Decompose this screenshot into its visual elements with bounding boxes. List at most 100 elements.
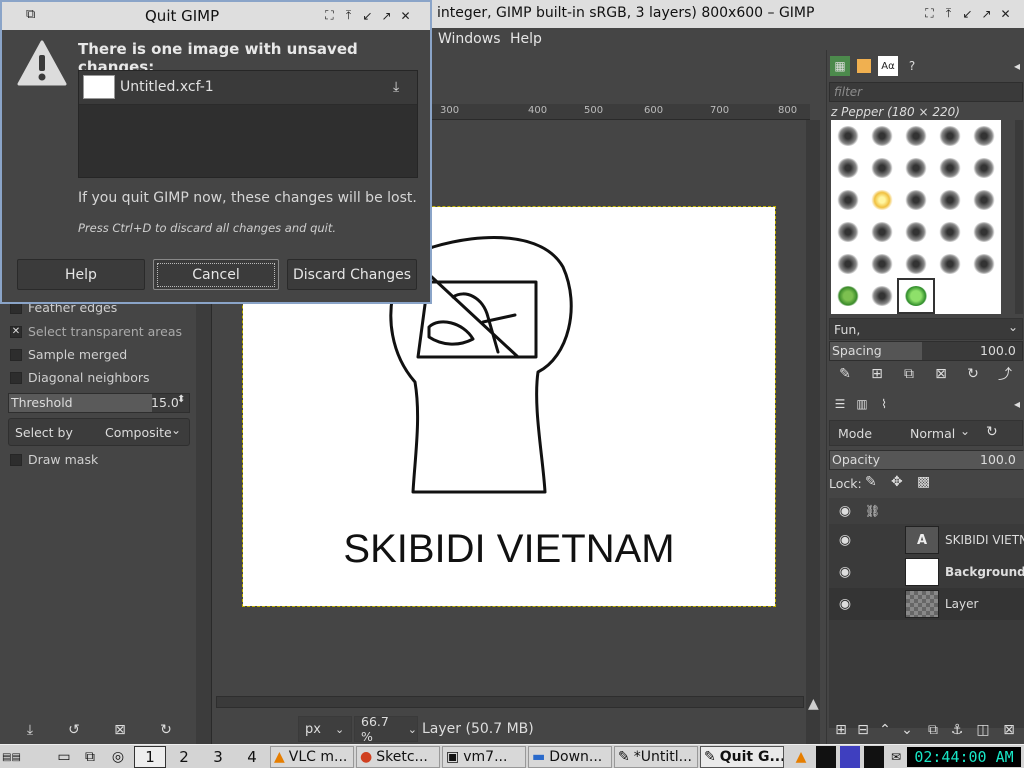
workspace-1[interactable]: 1 (134, 746, 166, 768)
brush-swatch[interactable] (831, 184, 865, 216)
restore-icon[interactable]: ⛶ (322, 8, 337, 23)
brush-swatch[interactable] (899, 184, 933, 216)
open-brush-icon[interactable]: ⤴ (995, 364, 1015, 384)
dock-menu-icon[interactable]: ◂ (1007, 56, 1024, 76)
brush-swatch[interactable] (933, 184, 967, 216)
brush-swatch[interactable] (899, 216, 933, 248)
eye-icon[interactable]: ◉ (835, 596, 855, 612)
duplicate-layer-icon[interactable]: ⧉ (923, 720, 943, 740)
brush-swatch[interactable] (831, 248, 865, 280)
unit-dropdown[interactable]: px ⌄ (298, 716, 352, 742)
channels-tab-icon[interactable]: ▥ (852, 394, 872, 414)
lock-pixels-icon[interactable]: ✎ (865, 474, 877, 490)
sample-merged-checkbox[interactable] (10, 348, 22, 361)
brush-swatch[interactable] (865, 120, 899, 152)
navigate-icon[interactable]: ▲ (808, 696, 819, 712)
mode-switch-icon[interactable]: ↻ (986, 424, 998, 440)
dock-menu-icon[interactable]: ◂ (1007, 394, 1024, 414)
brush-swatch[interactable] (831, 152, 865, 184)
maximize-icon[interactable]: ↗ (379, 8, 394, 23)
tray-icon[interactable] (816, 746, 836, 768)
pin-icon[interactable]: ⤒ (341, 8, 356, 23)
brush-swatch[interactable] (865, 184, 899, 216)
brush-swatch[interactable] (899, 248, 933, 280)
lock-position-icon[interactable]: ✥ (891, 474, 903, 490)
lock-alpha-icon[interactable]: ▩ (917, 474, 930, 490)
brush-swatch[interactable] (933, 248, 967, 280)
brush-swatch[interactable] (831, 120, 865, 152)
tray-icon[interactable] (864, 746, 884, 768)
workspace-4[interactable]: 4 (236, 746, 268, 768)
minimize-icon[interactable]: ↙ (960, 6, 975, 21)
restore-preset-icon[interactable]: ↺ (64, 720, 84, 740)
select-transparent-option[interactable]: ✕ Select transparent areas (10, 324, 182, 339)
show-desktop-icon[interactable]: ▭ (54, 746, 74, 768)
export-icon[interactable]: ⤓ (393, 79, 399, 95)
duplicate-brush-icon[interactable]: ⧉ (899, 364, 919, 384)
workspace-2[interactable]: 2 (168, 746, 200, 768)
brushes-tab-icon[interactable]: ▦ (830, 56, 850, 76)
new-layer-icon[interactable]: ⊞ (831, 720, 851, 740)
discard-changes-button[interactable]: Discard Changes (287, 259, 417, 290)
layer-row[interactable]: ◉ Layer (829, 588, 1024, 620)
brush-swatch[interactable] (865, 280, 899, 312)
brush-swatch[interactable] (933, 152, 967, 184)
diagonal-neighbors-option[interactable]: Diagonal neighbors (10, 370, 150, 385)
refresh-brushes-icon[interactable]: ↻ (963, 364, 983, 384)
task-vlc[interactable]: ▲ VLC m... (270, 746, 354, 768)
brush-swatch[interactable] (967, 152, 1001, 184)
help-icon[interactable]: ? (902, 56, 922, 76)
eye-icon[interactable]: ◉ (835, 532, 855, 548)
brush-scrollbar[interactable] (1015, 120, 1023, 314)
brush-swatch[interactable] (967, 216, 1001, 248)
mask-icon[interactable]: ◫ (973, 720, 993, 740)
patterns-tab-icon[interactable] (854, 56, 874, 76)
brush-swatch[interactable] (865, 216, 899, 248)
vertical-scrollbar[interactable] (806, 120, 820, 745)
menu-windows[interactable]: Windows (438, 31, 501, 47)
window-menu-icon[interactable]: ⧉ (26, 7, 35, 22)
delete-layer-icon[interactable]: ⊠ (999, 720, 1019, 740)
task-downloads[interactable]: ▬ Down... (528, 746, 612, 768)
draw-mask-option[interactable]: Draw mask (10, 452, 98, 467)
draw-mask-checkbox[interactable] (10, 453, 22, 466)
new-group-icon[interactable]: ⊟ (853, 720, 873, 740)
brush-swatch[interactable] (831, 216, 865, 248)
task-vm7[interactable]: ▣ vm7... (442, 746, 526, 768)
cancel-button[interactable]: Cancel (153, 259, 279, 290)
spacing-slider[interactable]: Spacing 100.0 (829, 341, 1023, 361)
save-preset-icon[interactable]: ⤓ (20, 720, 40, 740)
layer-mode-dropdown[interactable]: Mode Normal ⌄ ↻ (829, 420, 1023, 446)
workspace-3[interactable]: 3 (202, 746, 234, 768)
brush-swatch[interactable] (967, 184, 1001, 216)
delete-preset-icon[interactable]: ⊠ (110, 720, 130, 740)
task-quit-gimp[interactable]: ✎ Quit G... (700, 746, 784, 768)
menu-help[interactable]: Help (510, 31, 542, 47)
raise-layer-icon[interactable]: ⌃ (875, 720, 895, 740)
brush-swatch[interactable] (831, 280, 865, 312)
close-icon[interactable]: ✕ (398, 8, 413, 23)
zoom-dropdown[interactable]: 66.7 % ⌄ (354, 714, 418, 744)
brush-swatch[interactable] (899, 152, 933, 184)
brush-swatch[interactable] (967, 248, 1001, 280)
paths-tab-icon[interactable]: ⌇ (874, 394, 894, 414)
close-icon[interactable]: ✕ (998, 6, 1013, 21)
brush-tag-filter[interactable]: Fun, ⌄ (829, 318, 1023, 340)
layers-tab-icon[interactable]: ☰ (830, 394, 850, 414)
horizontal-scrollbar[interactable] (216, 696, 804, 708)
minimize-icon[interactable]: ↙ (360, 8, 375, 23)
select-transparent-checkbox[interactable]: ✕ (10, 325, 22, 338)
brush-swatch[interactable] (967, 120, 1001, 152)
delete-brush-icon[interactable]: ⊠ (931, 364, 951, 384)
help-button[interactable]: Help (17, 259, 145, 290)
task-sketch[interactable]: ● Sketc... (356, 746, 440, 768)
brush-swatch[interactable] (899, 120, 933, 152)
brush-swatch[interactable] (933, 120, 967, 152)
browser-launcher-icon[interactable]: ◎ (108, 746, 128, 768)
restore-icon[interactable]: ⛶ (922, 6, 937, 21)
anchor-layer-icon[interactable]: ⚓ (947, 720, 967, 740)
task-untitled[interactable]: ✎ *Untitl... (614, 746, 698, 768)
edit-brush-icon[interactable]: ✎ (835, 364, 855, 384)
eye-icon[interactable]: ◉ (835, 564, 855, 580)
threshold-slider[interactable]: Threshold 15.0 ⬍ (8, 393, 190, 413)
